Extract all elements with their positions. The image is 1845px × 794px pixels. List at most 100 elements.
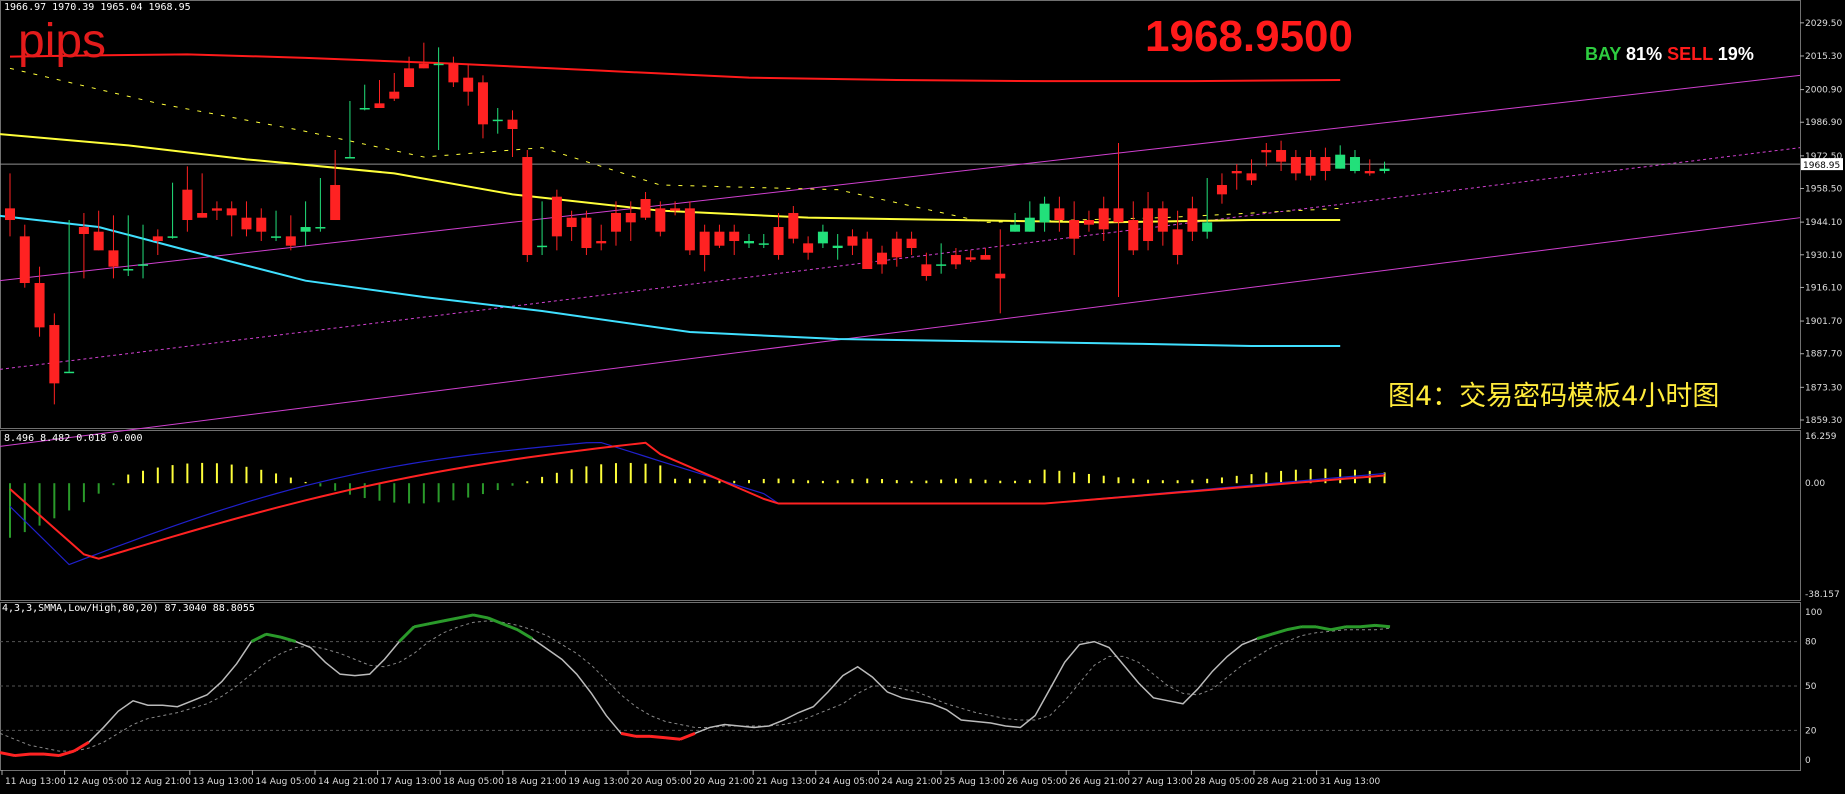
stoch-overbought-seg — [458, 613, 474, 620]
candle-body — [359, 108, 370, 110]
time-tick-label: 20 Aug 21:00 — [694, 777, 755, 787]
time-tick-label: 11 Aug 13:00 — [5, 777, 66, 787]
candle-body — [1349, 157, 1360, 172]
time-tick-label: 20 Aug 05:00 — [631, 777, 692, 787]
stoch-overbought-seg — [428, 619, 444, 626]
candle-body — [152, 236, 163, 242]
price-tick-label: 1930.10 — [1805, 251, 1842, 261]
stoch-overbought-seg — [1315, 625, 1332, 632]
candle-body — [256, 217, 267, 232]
candle-body — [817, 231, 828, 244]
candle-body — [5, 208, 15, 221]
time-tick-label: 14 Aug 05:00 — [255, 777, 316, 787]
candle-body — [492, 119, 503, 122]
candle-body — [936, 264, 947, 266]
candle-body — [1024, 217, 1035, 232]
macd-tick-label: 0.00 — [1805, 479, 1825, 489]
candle-body — [1246, 173, 1257, 181]
stoch-oversold-seg — [679, 731, 696, 741]
candle-body — [625, 213, 636, 223]
stoch-overbought-seg — [1286, 625, 1302, 632]
bay-label: BAY — [1585, 44, 1622, 64]
time-tick-label: 17 Aug 13:00 — [381, 777, 442, 787]
candle-body — [788, 213, 799, 239]
time-tick-label: 28 Aug 05:00 — [1194, 777, 1255, 787]
candle-body — [921, 264, 932, 277]
candle-body — [581, 217, 592, 249]
candle-body — [389, 91, 400, 99]
time-tick-label: 21 Aug 13:00 — [756, 777, 817, 787]
pips-label: pips — [18, 15, 107, 68]
candle-body — [906, 238, 917, 249]
upper-band-line — [9, 53, 1341, 83]
macd-line — [9, 441, 1385, 566]
time-tick-label: 26 Aug 05:00 — [1007, 777, 1068, 787]
candle-body — [537, 245, 548, 248]
time-tick-label: 14 Aug 21:00 — [318, 777, 379, 787]
candle-body — [1202, 222, 1213, 232]
time-tick-label: 19 Aug 13:00 — [568, 777, 629, 787]
time-tick-label: 24 Aug 21:00 — [881, 777, 942, 787]
stoch-oversold-seg — [620, 731, 637, 738]
price-tick-label: 1859.30 — [1805, 416, 1842, 426]
stoch-overbought-seg — [1360, 623, 1376, 629]
stoch-oversold-seg — [665, 736, 681, 741]
stoch-overbought-seg — [443, 616, 459, 623]
candle-body — [433, 63, 444, 66]
candle-body — [138, 264, 149, 266]
stoch-signal-line — [0, 620, 1391, 752]
candle-body — [1098, 208, 1109, 230]
stoch-tick-label: 20 — [1805, 726, 1817, 736]
price-tick-label: 1916.10 — [1805, 283, 1842, 293]
candle-body — [655, 208, 666, 232]
stoch-oversold-seg — [58, 749, 75, 757]
time-tick-label: 26 Aug 21:00 — [1069, 777, 1130, 787]
candle-body — [78, 227, 89, 235]
candle-body — [522, 157, 533, 256]
sell-percent: 19% — [1717, 44, 1754, 64]
candle-body — [404, 68, 415, 88]
time-tick-label: 27 Aug 13:00 — [1132, 777, 1193, 787]
price-tick-label: 1958.50 — [1805, 185, 1842, 195]
stoch-tick-label: 100 — [1805, 608, 1822, 618]
candle-body — [995, 273, 1006, 279]
candle-body — [640, 199, 651, 218]
candle-body — [1290, 157, 1301, 174]
candle-body — [182, 189, 193, 221]
time-tick-label: 12 Aug 05:00 — [68, 777, 129, 787]
panel-frame — [0, 0, 1801, 429]
candle-body — [670, 208, 681, 211]
candle-body — [832, 245, 843, 249]
stoch-tick-label: 0 — [1805, 756, 1811, 766]
candle-body — [980, 255, 991, 260]
channel-mid — [0, 147, 1801, 370]
candle-body — [950, 255, 961, 265]
candle-body — [19, 236, 30, 284]
stoch-overbought-seg — [413, 622, 430, 629]
stoch-oversold-seg — [0, 751, 16, 758]
candle-body — [300, 227, 311, 232]
candle-body — [684, 208, 695, 251]
panel-frame — [0, 430, 1801, 601]
candle-body — [862, 238, 873, 270]
candle-body — [211, 208, 222, 211]
candle-body — [847, 236, 858, 246]
time-tick-label: 31 Aug 13:00 — [1320, 777, 1381, 787]
candle-body — [463, 77, 474, 92]
stoch-overbought-seg — [398, 625, 416, 643]
candle-body — [965, 257, 976, 260]
candle-body — [1083, 220, 1094, 225]
candle-body — [699, 231, 710, 256]
candle-body — [1261, 150, 1272, 153]
candle-body — [1335, 154, 1346, 169]
candle-body — [1143, 208, 1154, 242]
price-tick-label: 2015.30 — [1805, 52, 1842, 62]
stochastic-values: 4,3,3,SMMA,Low/High,80,20) 87.3040 88.80… — [2, 603, 255, 614]
price-tick-label: 1873.30 — [1805, 383, 1842, 393]
stoch-tick-label: 50 — [1805, 682, 1817, 692]
candle-body — [1054, 208, 1065, 221]
candle-body — [448, 63, 459, 83]
candle-body — [744, 241, 754, 244]
candle-body — [34, 283, 45, 328]
current-price-tag: 1968.95 — [1803, 161, 1840, 171]
